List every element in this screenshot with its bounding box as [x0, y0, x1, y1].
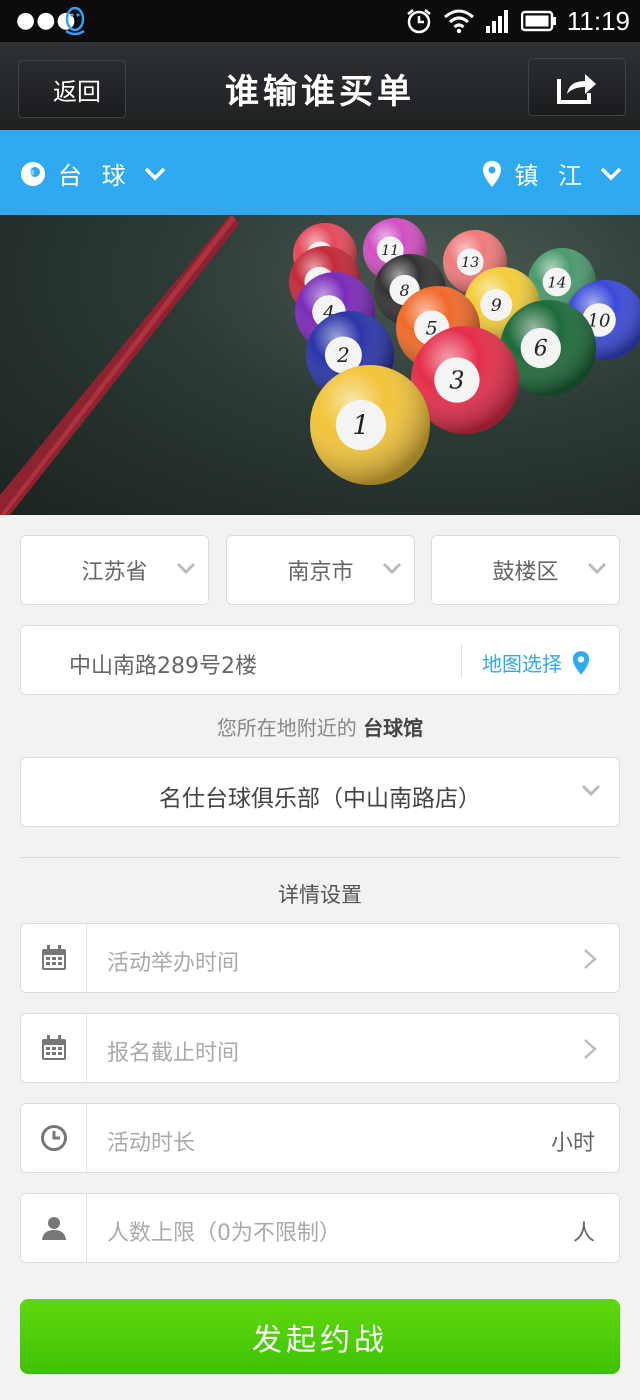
nearby-prefix: 您所在地附近的 — [216, 716, 357, 740]
signup-deadline-field[interactable]: 报名截止时间 — [20, 1013, 620, 1083]
event-time-field[interactable]: 活动举办时间 — [20, 923, 620, 993]
chevron-down-icon — [600, 167, 622, 180]
people-unit: 人 — [572, 1221, 595, 1246]
billiard-ball-1: 1 — [310, 365, 430, 485]
wifi-icon — [443, 9, 474, 34]
battery-icon — [520, 10, 556, 32]
province-value: 江苏省 — [81, 560, 148, 585]
divider — [461, 644, 462, 678]
chevron-right-icon — [584, 1039, 597, 1059]
max-people-field[interactable]: 人数上限（0为不限制） 人 — [20, 1193, 620, 1263]
person-icon — [21, 1194, 87, 1262]
event-time-placeholder: 活动举办时间 — [107, 951, 240, 976]
sport-selector[interactable]: 8 台 球 — [20, 156, 166, 191]
duration-field[interactable]: 活动时长 小时 — [20, 1103, 620, 1173]
duration-placeholder: 活动时长 — [107, 1131, 196, 1156]
map-select-label: 地图选择 — [482, 652, 562, 676]
location-pin-icon — [572, 650, 590, 675]
share-icon — [557, 74, 596, 104]
billiard-ball-icon: 8 — [21, 161, 45, 186]
sport-label: 台 球 — [58, 162, 132, 190]
ball-number-label: 6 — [534, 337, 548, 362]
venue-select[interactable]: 名仕台球俱乐部（中山南路店） — [20, 757, 620, 827]
city-value: 南京市 — [287, 560, 354, 585]
ball-number-label: 9 — [491, 296, 502, 316]
location-pin-icon — [483, 160, 502, 187]
ball-number-label: 13 — [461, 255, 479, 271]
share-button[interactable] — [528, 58, 626, 116]
start-challenge-button[interactable]: 发起约战 — [20, 1299, 620, 1374]
district-value: 鼓楼区 — [492, 560, 559, 585]
ball-number-label: 1 — [352, 411, 369, 442]
venue-value: 名仕台球俱乐部（中山南路店） — [159, 786, 481, 812]
nav-bar: 返回 谁输谁买单 — [0, 42, 640, 130]
filter-bar: 8 台 球 镇 江 — [0, 130, 640, 215]
svg-text:8: 8 — [30, 169, 40, 177]
city-label: 镇 江 — [514, 162, 588, 190]
province-select[interactable]: 江苏省 — [20, 535, 209, 605]
clock-icon — [21, 1104, 87, 1172]
address-field[interactable]: 中山南路289号2楼 地图选择 — [20, 625, 620, 695]
calendar-icon — [21, 1014, 87, 1082]
chevron-down-icon — [176, 562, 196, 574]
ball-number-label: 2 — [336, 343, 350, 367]
map-select-link[interactable]: 地图选择 — [482, 648, 590, 677]
ball-number-label: 3 — [449, 367, 464, 395]
clock-time: 11:19 — [566, 6, 630, 36]
billiards-banner-image: 1211131478910456231 — [0, 215, 640, 515]
divider — [20, 857, 620, 858]
deadline-placeholder: 报名截止时间 — [107, 1041, 240, 1066]
alarm-icon — [407, 9, 431, 34]
status-bar: ●●● 11:19 — [0, 0, 640, 42]
chevron-down-icon — [144, 167, 165, 180]
district-select[interactable]: 鼓楼区 — [431, 535, 620, 605]
city-select[interactable]: 南京市 — [226, 535, 415, 605]
people-placeholder: 人数上限（0为不限制） — [107, 1221, 341, 1246]
qq-penguin-icon — [65, 6, 85, 36]
chevron-right-icon — [584, 949, 597, 969]
city-selector[interactable]: 镇 江 — [482, 156, 622, 191]
chevron-down-icon — [382, 562, 402, 574]
nearby-type: 台球馆 — [363, 716, 424, 740]
details-section-title: 详情设置 — [278, 883, 362, 907]
billiard-balls-illustration: 1211131478910456231 — [0, 215, 640, 515]
signal-icon — [485, 10, 508, 33]
nearby-hint: 您所在地附近的 台球馆 — [0, 712, 640, 741]
calendar-icon — [21, 924, 87, 992]
chevron-down-icon — [581, 784, 601, 796]
duration-unit: 小时 — [550, 1131, 595, 1156]
ball-number-label: 8 — [400, 281, 410, 300]
ball-number-label: 14 — [547, 273, 566, 291]
address-value: 中山南路289号2楼 — [69, 654, 257, 679]
chevron-down-icon — [587, 562, 607, 574]
